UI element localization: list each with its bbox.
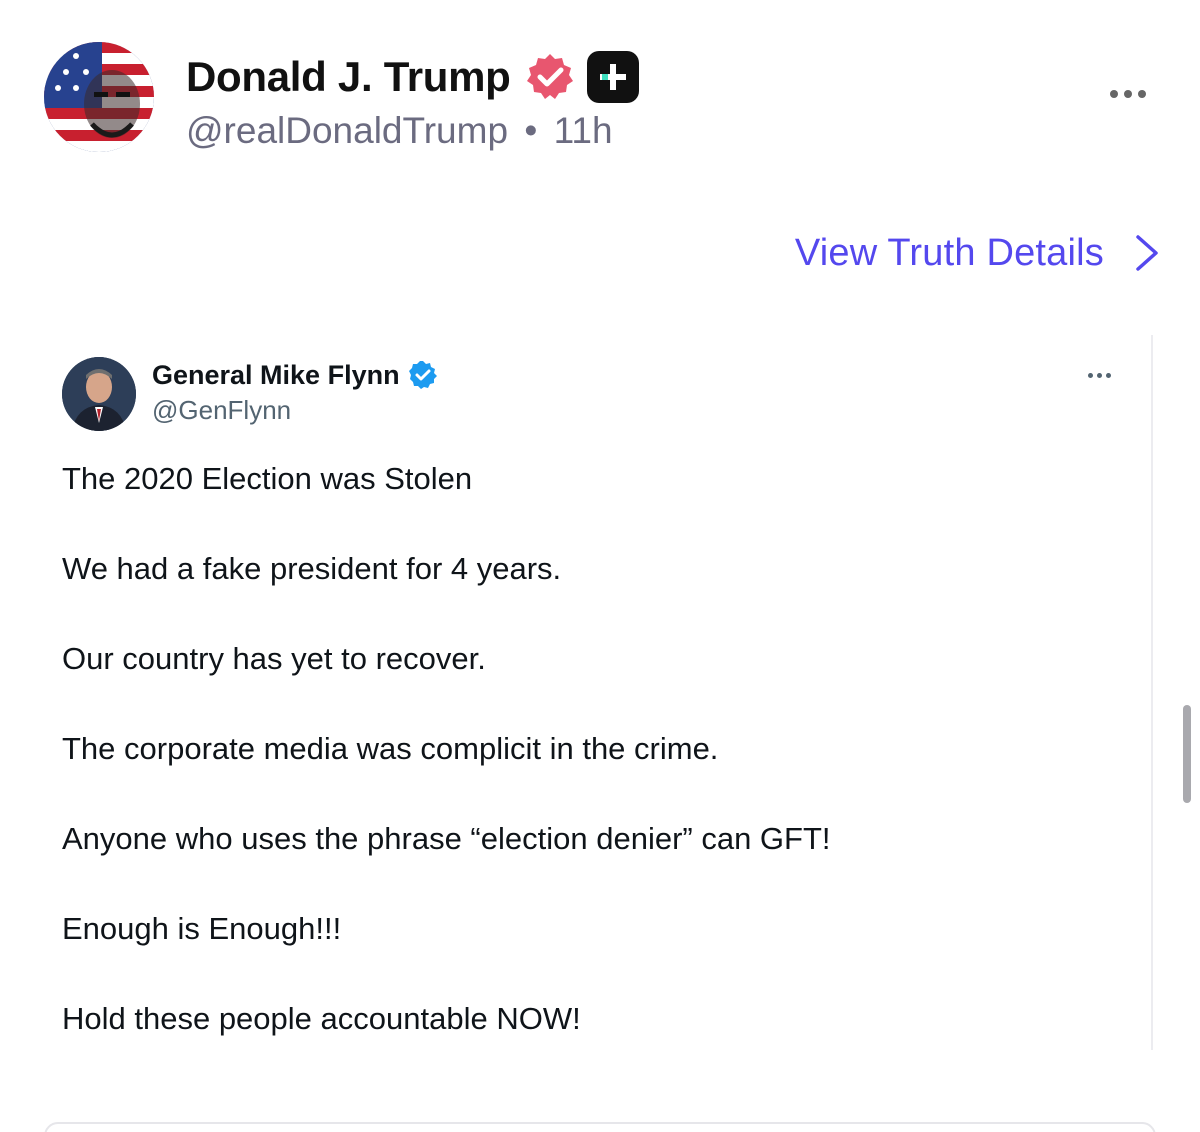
tweet-line: Anyone who uses the phrase “election den… xyxy=(62,821,831,856)
meta-separator: • xyxy=(524,110,538,151)
view-truth-details-link[interactable]: View Truth Details xyxy=(795,228,1160,278)
tweet-more-options-icon xyxy=(1088,373,1111,378)
tweet-author-name: General Mike Flynn xyxy=(152,359,400,390)
tweet-author-handle: @GenFlynn xyxy=(152,395,292,425)
author-meta: @realDonaldTrump • 11h xyxy=(186,110,613,152)
author-name-row: Donald J. Trump xyxy=(186,50,639,104)
verified-badge-icon xyxy=(526,54,573,99)
scrollbar[interactable] xyxy=(1183,705,1191,803)
verified-check-icon xyxy=(408,361,437,389)
view-truth-details-label: View Truth Details xyxy=(794,231,1104,274)
tweet-body: The 2020 Election was Stolen We had a fa… xyxy=(62,459,1122,1089)
plus-badge-icon xyxy=(586,51,639,103)
tweet-line: We had a fake president for 4 years. xyxy=(62,551,562,586)
post-header: Donald J. Trump @realDonaldTrump • 11h xyxy=(44,42,1164,154)
tweet-author-row: General Mike Flynn xyxy=(152,357,438,393)
tweet-author-avatar xyxy=(62,357,136,431)
tweet-line: Our country has yet to recover. xyxy=(62,641,486,676)
next-card-edge xyxy=(44,1122,1156,1132)
author-avatar[interactable] xyxy=(44,42,154,152)
tweet-line: Hold these people accountable NOW! xyxy=(62,1001,581,1036)
tweet-line: The 2020 Election was Stolen xyxy=(62,461,473,496)
post-timestamp[interactable]: 11h xyxy=(554,110,613,151)
chevron-right-icon xyxy=(1136,235,1158,271)
author-handle[interactable]: @realDonaldTrump xyxy=(186,110,508,151)
truth-post: Donald J. Trump @realDonaldTrump • 11h V… xyxy=(0,0,1200,1132)
embed-divider xyxy=(1151,335,1153,1050)
more-options-icon[interactable] xyxy=(1110,90,1146,98)
tweet-line: Enough is Enough!!! xyxy=(62,911,342,946)
tweet-line: The corporate media was complicit in the… xyxy=(62,731,719,766)
embedded-tweet[interactable]: General Mike Flynn @GenFlynn The 2020 El… xyxy=(0,335,1200,1050)
author-name[interactable]: Donald J. Trump xyxy=(186,53,511,101)
